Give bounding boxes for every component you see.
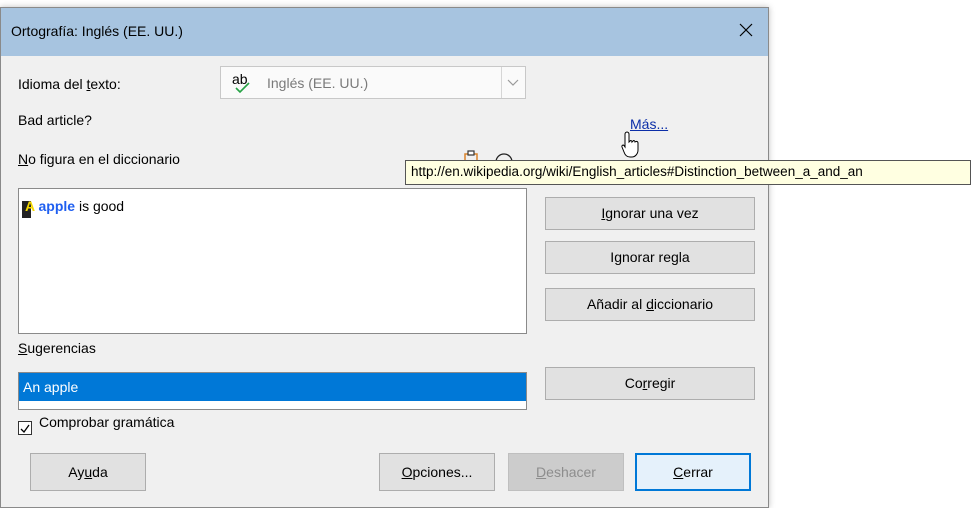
suggestion-item[interactable]: An apple xyxy=(19,373,526,401)
dropdown-button[interactable] xyxy=(501,67,525,98)
check-grammar-checkbox[interactable] xyxy=(18,421,32,435)
close-icon[interactable] xyxy=(734,18,758,42)
spelling-dialog: Ortografía: Inglés (EE. UU.) Idioma del … xyxy=(0,7,769,508)
svg-text:ab: ab xyxy=(232,71,248,87)
spellcheck-icon: ab xyxy=(232,71,250,94)
language-select[interactable]: ab Inglés (EE. UU.) xyxy=(220,66,526,99)
suggestions-label: Sugerencias xyxy=(18,340,96,356)
undo-button[interactable]: Deshacer xyxy=(508,453,624,491)
options-button[interactable]: Opciones... xyxy=(379,453,495,491)
correct-button[interactable]: Corregir xyxy=(545,367,755,400)
language-value: Inglés (EE. UU.) xyxy=(267,75,369,91)
ignore-rule-button[interactable]: Ignorar regla xyxy=(545,241,755,274)
checkmark-icon xyxy=(20,424,30,434)
issue-description: Bad article? xyxy=(18,112,92,128)
sentence-text: A apple is good xyxy=(25,198,125,214)
close-button[interactable]: Cerrar xyxy=(635,453,751,491)
more-link[interactable]: Más... xyxy=(630,116,668,132)
text-language-label: Idioma del texto: xyxy=(18,76,121,92)
error-highlight: apple xyxy=(34,198,76,214)
sentence-textbox[interactable]: A apple is good xyxy=(18,188,527,334)
window-title: Ortografía: Inglés (EE. UU.) xyxy=(11,23,183,39)
help-button[interactable]: Ayuda xyxy=(30,453,146,491)
check-grammar-label: Comprobar gramática xyxy=(39,414,175,430)
suggestions-list[interactable]: An apple xyxy=(18,372,527,410)
chevron-down-icon xyxy=(507,79,519,86)
link-tooltip: http://en.wikipedia.org/wiki/English_art… xyxy=(405,160,971,185)
hand-cursor-icon xyxy=(621,131,639,158)
not-in-dictionary-label: No figura en el diccionario xyxy=(18,151,180,167)
title-bar: Ortografía: Inglés (EE. UU.) xyxy=(1,8,768,56)
ignore-once-button[interactable]: Ignorar una vez xyxy=(545,197,755,230)
add-to-dictionary-button[interactable]: Añadir al diccionario xyxy=(545,288,755,321)
